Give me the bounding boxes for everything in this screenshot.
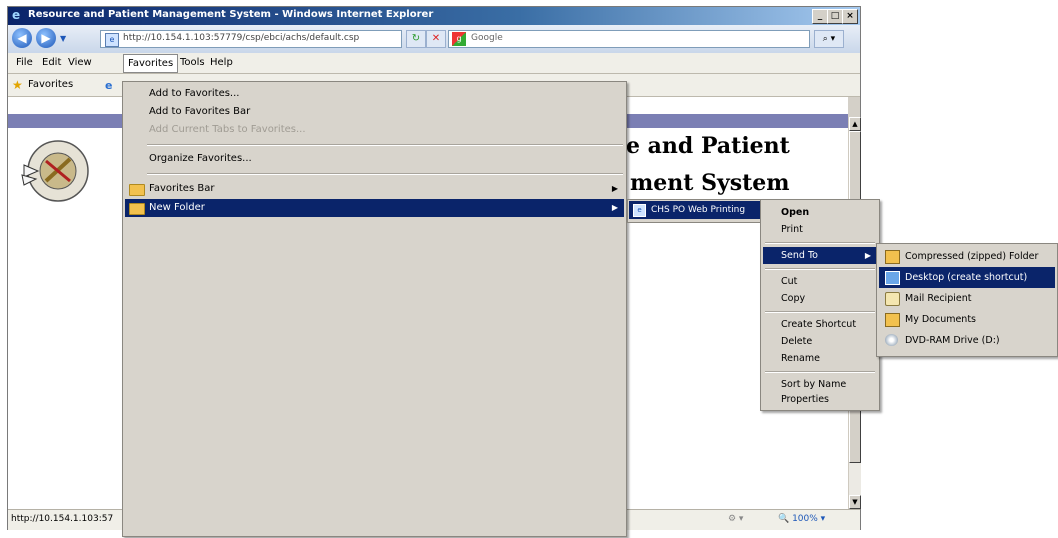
page-heading-line1: e and Patient	[626, 133, 790, 159]
send-to-desktop[interactable]: Desktop (create shortcut)	[879, 267, 1055, 288]
context-item-label: Cut	[781, 276, 798, 287]
send-to-label: DVD-RAM Drive (D:)	[905, 335, 1000, 346]
zoom-value: 100%	[792, 514, 818, 524]
send-to-label: Mail Recipient	[905, 293, 972, 304]
send-to-label: Desktop (create shortcut)	[905, 272, 1028, 283]
zip-folder-icon	[885, 250, 900, 264]
desktop-icon	[885, 271, 900, 285]
context-menu: Open Print Send To ▶ Cut Copy Create Sho…	[760, 199, 880, 411]
close-button[interactable]: ×	[842, 9, 858, 24]
favorites-menu: Add to Favorites... Add to Favorites Bar…	[122, 81, 627, 537]
menu-edit[interactable]: Edit	[38, 56, 65, 70]
context-item-open[interactable]: Open	[763, 204, 877, 221]
menu-item-add-to-favorites-bar[interactable]: Add to Favorites Bar	[149, 103, 250, 121]
favorite-item-label: CHS PO Web Printing	[651, 205, 746, 215]
context-item-label: Open	[781, 207, 810, 218]
menu-separator	[765, 311, 875, 313]
ie-page-icon: e	[633, 204, 646, 217]
menu-item-new-folder[interactable]: New Folder ▶	[125, 199, 624, 217]
send-to-compressed-folder[interactable]: Compressed (zipped) Folder	[879, 246, 1055, 267]
context-item-create-shortcut[interactable]: Create Shortcut	[763, 316, 877, 333]
menu-separator	[147, 144, 623, 146]
send-to-mail-recipient[interactable]: Mail Recipient	[879, 288, 1055, 309]
favorites-star-icon: ★	[12, 78, 23, 92]
context-item-send-to[interactable]: Send To ▶	[763, 247, 877, 264]
dvd-drive-icon	[885, 334, 898, 346]
context-item-delete[interactable]: Delete	[763, 333, 877, 350]
send-to-my-documents[interactable]: My Documents	[879, 309, 1055, 330]
menu-separator	[765, 242, 875, 244]
address-input[interactable]: http://10.154.1.103:57779/csp/ebci/achs/…	[123, 33, 359, 43]
menu-item-add-current-tabs: Add Current Tabs to Favorites...	[149, 124, 306, 135]
mail-icon	[885, 292, 900, 306]
menu-separator	[765, 371, 875, 373]
menu-item-label: New Folder	[149, 202, 205, 213]
refresh-icon[interactable]: ↻	[406, 30, 426, 48]
menu-file[interactable]: File	[12, 56, 37, 70]
scroll-up-icon[interactable]: ▲	[849, 117, 861, 131]
context-item-copy[interactable]: Copy	[763, 290, 877, 307]
title-bar: e Resource and Patient Management System…	[8, 7, 860, 25]
page-heading-line2: ment System	[630, 170, 790, 196]
menu-separator	[147, 173, 623, 175]
send-to-label: My Documents	[905, 314, 977, 325]
context-item-label: Delete	[781, 336, 813, 347]
scroll-down-icon[interactable]: ▼	[849, 495, 861, 509]
context-item-label: Properties	[781, 394, 830, 405]
favorites-button[interactable]: Favorites	[28, 79, 73, 90]
context-item-rename[interactable]: Rename	[763, 350, 877, 367]
menu-help[interactable]: Help	[206, 56, 237, 70]
submenu-arrow-icon: ▶	[611, 184, 618, 193]
folder-icon	[129, 184, 145, 196]
context-item-label: Create Shortcut	[781, 319, 857, 330]
send-to-dvd-drive[interactable]: DVD-RAM Drive (D:)	[879, 330, 1055, 351]
zoom-level[interactable]: 🔍 100% ▾	[778, 514, 825, 524]
folder-icon	[129, 203, 145, 215]
menu-favorites[interactable]: Favorites	[123, 54, 179, 73]
submenu-arrow-icon: ▶	[864, 251, 871, 260]
context-item-properties[interactable]: Properties	[763, 391, 877, 408]
page-icon: e	[105, 33, 119, 47]
forward-button[interactable]: ▶	[36, 28, 56, 48]
menu-view[interactable]: View	[64, 56, 96, 70]
google-logo-icon: g	[452, 32, 466, 46]
menu-item-favorites-bar[interactable]: Favorites Bar ▶	[125, 180, 624, 198]
maximize-button[interactable]: □	[827, 9, 843, 24]
context-item-print[interactable]: Print	[763, 221, 877, 238]
ie-logo-icon: e	[12, 8, 21, 22]
documents-folder-icon	[885, 313, 900, 327]
menu-item-label: Favorites Bar	[149, 183, 215, 194]
window-title: Resource and Patient Management System -…	[28, 9, 434, 20]
menu-separator	[765, 268, 875, 270]
submenu-arrow-icon: ▶	[611, 203, 618, 212]
menu-bar: File Edit View Favorites Tools Help	[8, 53, 860, 74]
search-box[interactable]: g Google	[448, 30, 810, 48]
ie-page-icon[interactable]: e	[105, 79, 112, 92]
send-to-label: Compressed (zipped) Folder	[905, 251, 1039, 262]
back-button[interactable]: ◀	[12, 28, 32, 48]
context-item-label: Copy	[781, 293, 806, 304]
search-input[interactable]: Google	[471, 33, 503, 43]
navigation-bar: ◀ ▶ ▼ e http://10.154.1.103:57779/csp/eb…	[8, 25, 860, 53]
menu-tools[interactable]: Tools	[176, 56, 209, 70]
menu-item-organize-favorites[interactable]: Organize Favorites...	[149, 150, 252, 168]
search-button[interactable]: ⌕ ▾	[814, 30, 844, 48]
minimize-button[interactable]: _	[812, 9, 828, 24]
send-to-menu: Compressed (zipped) Folder Desktop (crea…	[876, 243, 1058, 357]
history-dropdown-icon[interactable]: ▼	[60, 34, 66, 43]
ihs-seal-logo	[21, 140, 89, 202]
status-url: http://10.154.1.103:57	[11, 514, 114, 524]
context-item-cut[interactable]: Cut	[763, 273, 877, 290]
favorite-item-chs-po-web-printing[interactable]: e CHS PO Web Printing	[629, 201, 760, 219]
security-zone-icon[interactable]: ⚙ ▾	[728, 514, 743, 524]
address-bar[interactable]: e http://10.154.1.103:57779/csp/ebci/ach…	[100, 30, 491, 48]
folder-submenu: e CHS PO Web Printing	[627, 199, 762, 223]
context-item-label: Rename	[781, 353, 820, 364]
stop-icon[interactable]: ✕	[426, 30, 446, 48]
context-item-label: Send To	[781, 250, 818, 261]
menu-item-add-to-favorites[interactable]: Add to Favorites...	[149, 85, 239, 103]
context-item-label: Print	[781, 224, 803, 235]
